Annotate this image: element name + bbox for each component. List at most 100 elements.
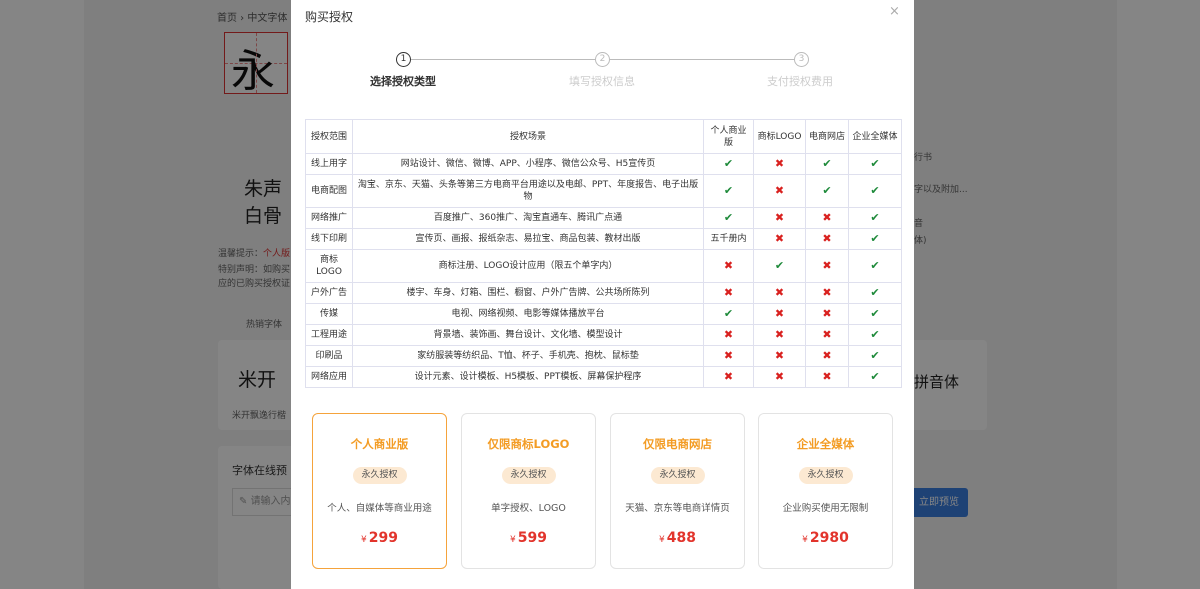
row-scope: 线上用字: [305, 153, 353, 175]
check-icon: ✔: [848, 174, 902, 208]
check-icon: ✔: [848, 228, 902, 250]
cross-icon: ✖: [703, 324, 754, 346]
check-icon: ✔: [848, 207, 902, 229]
step-connector: [610, 59, 794, 60]
cross-icon: ✖: [805, 345, 849, 367]
cross-icon: ✖: [805, 282, 849, 304]
currency-symbol: ¥: [802, 535, 808, 545]
cross-icon: ✖: [753, 228, 806, 250]
plan-name: 个人商业版: [350, 437, 409, 451]
cross-icon: ✖: [753, 324, 806, 346]
header-personal: 个人商业版: [703, 119, 754, 154]
currency-symbol: ¥: [361, 535, 367, 545]
row-scope: 户外广告: [305, 282, 353, 304]
header-ecommerce: 电商网店: [805, 119, 849, 154]
plan-cards: 个人商业版 永久授权 个人、自媒体等商业用途 ¥299 仅限商标LOGO 永久授权 单字授权…: [312, 413, 894, 569]
currency-symbol: ¥: [659, 535, 665, 545]
table-row: 网络应用 设计元素、设计模板、H5模板、PPT模板、屏幕保护程序 ✖ ✖ ✖ ✔: [305, 366, 902, 388]
cross-icon: ✖: [753, 345, 806, 367]
step-1-label: 选择授权类型: [370, 75, 436, 88]
row-scene: 百度推广、360推广、淘宝直通车、腾讯广点通: [352, 207, 704, 229]
header-logo: 商标LOGO: [753, 119, 806, 154]
cross-icon: ✖: [805, 366, 849, 388]
table-row: 线上用字 网站设计、微信、微博、APP、小程序、微信公众号、H5宣传页 ✔ ✖ ✔ ✔: [305, 153, 902, 175]
price-value: 488: [666, 530, 696, 546]
check-icon: ✔: [848, 282, 902, 304]
plan-desc: 天猫、京东等电商详情页: [625, 503, 730, 514]
table-row: 网络推广 百度推广、360推广、淘宝直通车、腾讯广点通 ✔ ✖ ✖ ✔: [305, 207, 902, 229]
plan-badge: 永久授权: [798, 467, 853, 484]
price-value: 2980: [809, 530, 849, 546]
check-icon: ✔: [848, 249, 902, 283]
currency-symbol: ¥: [510, 535, 516, 545]
cross-icon: ✖: [753, 153, 806, 175]
table-row: 电商配图 淘宝、京东、天猫、头条等第三方电商平台用途以及电邮、PPT、年度报告、电…: [305, 174, 902, 208]
row-scope: 传媒: [305, 303, 353, 325]
close-icon[interactable]: ×: [889, 4, 900, 19]
cross-icon: ✖: [753, 366, 806, 388]
step-2-circle: 2: [595, 52, 610, 67]
row-scope: 网络应用: [305, 366, 353, 388]
plan-badge: 永久授权: [501, 467, 556, 484]
header-enterprise: 企业全媒体: [848, 119, 902, 154]
price-value: 599: [517, 530, 547, 546]
price-value: 299: [368, 530, 398, 546]
check-icon: ✔: [805, 153, 849, 175]
row-scene: 背景墙、装饰画、舞台设计、文化墙、模型设计: [352, 324, 704, 346]
cross-icon: ✖: [805, 324, 849, 346]
row-scope: 商标LOGO: [305, 249, 353, 283]
plan-name: 仅限电商网店: [643, 437, 712, 451]
row-scene: 宣传页、画报、报纸杂志、易拉宝、商品包装、教材出版: [352, 228, 704, 250]
row-scope: 线下印刷: [305, 228, 353, 250]
row-scene: 淘宝、京东、天猫、头条等第三方电商平台用途以及电邮、PPT、年度报告、电子出版物: [352, 174, 704, 208]
step-3-circle: 3: [794, 52, 809, 67]
cross-icon: ✖: [805, 249, 849, 283]
cross-icon: ✖: [703, 345, 754, 367]
table-row: 传媒 电视、网络视频、电影等媒体播放平台 ✔ ✖ ✖ ✔: [305, 303, 902, 325]
plan-price: ¥488: [611, 530, 744, 546]
table-row: 线下印刷 宣传页、画报、报纸杂志、易拉宝、商品包装、教材出版 五千册内 ✖ ✖ ✔: [305, 228, 902, 250]
check-icon: ✔: [753, 249, 806, 283]
check-icon: ✔: [848, 303, 902, 325]
check-icon: ✔: [848, 366, 902, 388]
plan-desc: 单字授权、LOGO: [491, 503, 566, 514]
cross-icon: ✖: [703, 249, 754, 283]
header-scope: 授权范围: [305, 119, 353, 154]
cross-icon: ✖: [753, 174, 806, 208]
cross-icon: ✖: [703, 282, 754, 304]
row-scene: 设计元素、设计模板、H5模板、PPT模板、屏幕保护程序: [352, 366, 704, 388]
row-scene: 电视、网络视频、电影等媒体播放平台: [352, 303, 704, 325]
check-icon: ✔: [703, 153, 754, 175]
check-icon: ✔: [703, 303, 754, 325]
plan-name: 仅限商标LOGO: [487, 437, 570, 451]
purchase-modal: 购买授权 × 1 2 3 选择授权类型 填写授权信息 支付授权费用 授权范围 授…: [291, 0, 914, 589]
check-icon: ✔: [848, 345, 902, 367]
plan-card[interactable]: 个人商业版 永久授权 个人、自媒体等商业用途 ¥299: [312, 413, 447, 569]
row-scope: 印刷品: [305, 345, 353, 367]
check-icon: ✔: [703, 207, 754, 229]
cell-text: 五千册内: [703, 228, 754, 250]
viewport: 首页 › 中文字体 永 朱声 白骨 温馨提示：个人版 特别声明：如购买 应的已购…: [0, 0, 1200, 589]
step-2-label: 填写授权信息: [569, 75, 635, 88]
modal-title: 购买授权: [305, 10, 354, 24]
cross-icon: ✖: [753, 207, 806, 229]
plan-badge: 永久授权: [352, 467, 407, 484]
plan-card[interactable]: 仅限商标LOGO 永久授权单字授权、LOGO ¥599: [461, 413, 596, 569]
cross-icon: ✖: [805, 303, 849, 325]
plan-card[interactable]: 企业全媒体 永久授权 企业购买使用无限制 ¥2980: [758, 413, 893, 569]
cross-icon: ✖: [805, 207, 849, 229]
step-1-circle: 1: [396, 52, 411, 67]
header-scene: 授权场景: [352, 119, 704, 154]
row-scene: 网站设计、微信、微博、APP、小程序、微信公众号、H5宣传页: [352, 153, 704, 175]
row-scope: 网络推广: [305, 207, 353, 229]
cross-icon: ✖: [805, 228, 849, 250]
table-row: 商标LOGO 商标注册、LOGO设计应用（限五个单字内） ✖ ✔ ✖ ✔: [305, 249, 902, 283]
check-icon: ✔: [703, 174, 754, 208]
plan-desc: 企业购买使用无限制: [782, 503, 869, 514]
plan-card[interactable]: 仅限电商网店 永久授权 天猫、京东等电商详情页 ¥488: [610, 413, 745, 569]
cross-icon: ✖: [753, 282, 806, 304]
plan-price: ¥599: [462, 530, 595, 546]
row-scene: 楼宇、车身、灯箱、围栏、橱窗、户外广告牌、公共场所陈列: [352, 282, 704, 304]
row-scope: 工程用途: [305, 324, 353, 346]
license-table: 授权范围 授权场景 个人商业版 商标LOGO 电商网店 企业全媒体 线上用字 网站…: [305, 119, 902, 388]
